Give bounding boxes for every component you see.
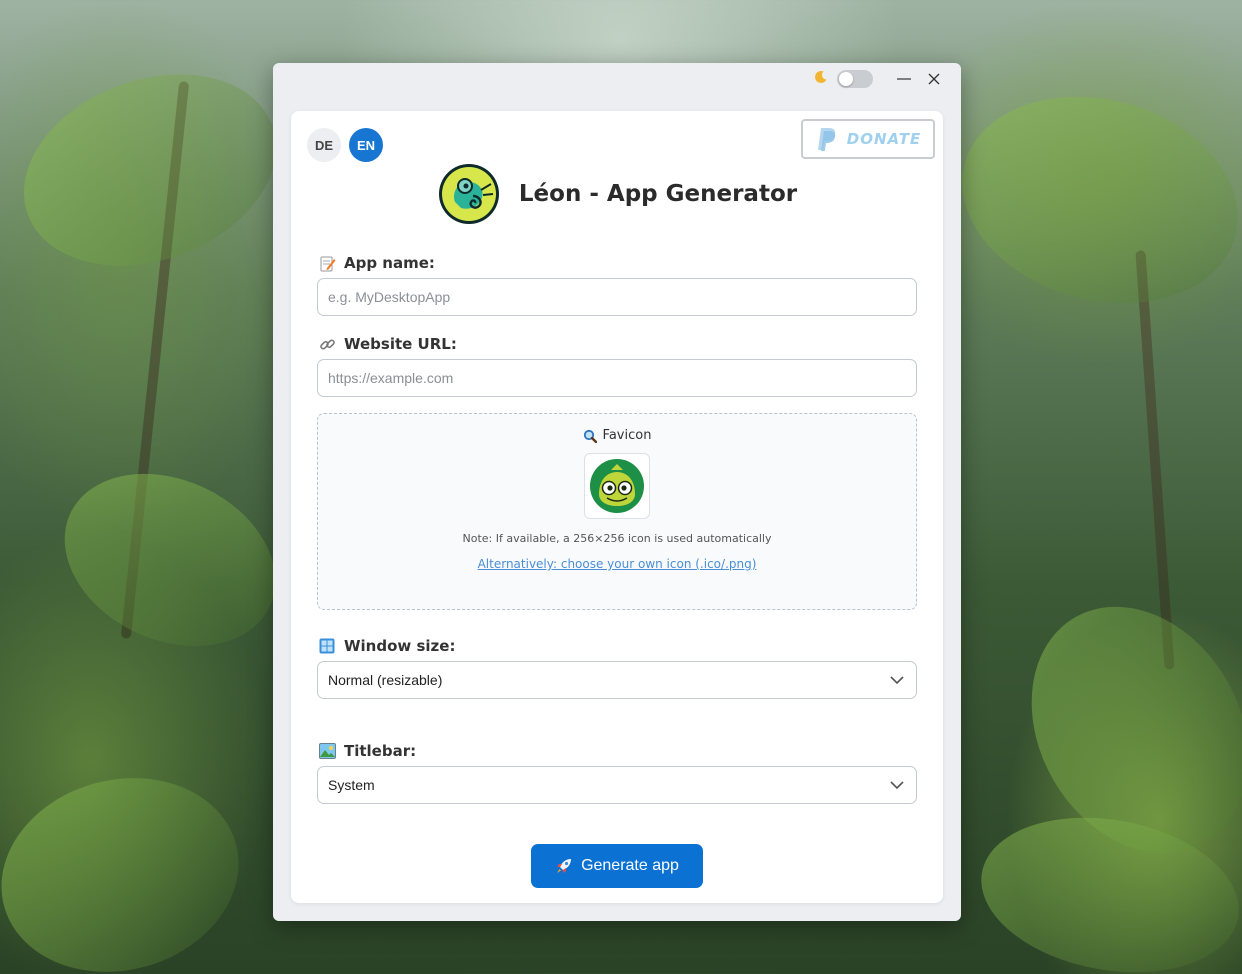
favicon-preview	[584, 453, 650, 519]
window-titlebar	[273, 63, 961, 95]
close-button[interactable]	[919, 66, 949, 92]
close-icon	[928, 73, 940, 85]
window-size-label: Window size:	[319, 637, 455, 655]
background-foliage	[0, 40, 303, 300]
language-de-button[interactable]: DE	[307, 128, 341, 162]
generate-app-button[interactable]: Generate app	[531, 844, 703, 888]
windows-icon	[319, 638, 336, 655]
language-en-button[interactable]: EN	[349, 128, 383, 162]
background-foliage	[938, 67, 1242, 333]
generate-app-label: Generate app	[581, 857, 679, 874]
donate-button[interactable]: DONATE	[801, 119, 935, 159]
background-palm-trunk	[1135, 250, 1175, 670]
minimize-button[interactable]	[889, 66, 919, 92]
website-url-label: Website URL:	[319, 335, 457, 353]
theme-toggle[interactable]	[837, 70, 873, 88]
page-title: Léon - App Generator	[518, 181, 798, 207]
donate-label: DONATE	[846, 130, 922, 148]
app-name-label-text: App name:	[344, 254, 435, 272]
picture-icon	[319, 742, 336, 760]
minimize-icon	[897, 78, 911, 80]
chevron-down-icon	[890, 675, 904, 684]
chevron-down-icon	[890, 780, 904, 789]
main-card: DE EN DONATE Léon - App Generator App na…	[291, 111, 943, 903]
app-window: DE EN DONATE Léon - App Generator App na…	[273, 63, 961, 921]
app-name-label: App name:	[319, 254, 435, 272]
app-header: Léon - App Generator	[291, 161, 943, 227]
favicon-heading: Favicon	[318, 428, 916, 443]
favicon-note: Note: If available, a 256×256 icon is us…	[462, 532, 772, 545]
window-size-selected: Normal (resizable)	[328, 672, 443, 688]
link-icon	[319, 336, 336, 353]
moon-icon	[813, 69, 829, 85]
website-url-label-text: Website URL:	[344, 335, 457, 353]
app-name-input[interactable]	[317, 278, 917, 316]
favicon-section: Favicon Note: If available, a 256×256 ic…	[317, 413, 917, 610]
titlebar-label: Titlebar:	[319, 742, 416, 760]
titlebar-label-text: Titlebar:	[344, 742, 417, 760]
background-foliage	[36, 441, 304, 679]
background-foliage	[0, 752, 261, 974]
window-size-label-text: Window size:	[344, 637, 456, 655]
rocket-icon	[557, 859, 572, 873]
chameleon-logo	[438, 164, 499, 224]
paypal-icon	[817, 128, 836, 151]
favicon-label: Favicon	[602, 428, 652, 443]
choose-icon-link[interactable]: Alternatively: choose your own icon (.ic…	[318, 557, 916, 571]
magnifier-icon	[583, 429, 597, 443]
window-size-select[interactable]: Normal (resizable)	[317, 661, 917, 699]
favicon-image	[590, 459, 644, 513]
toggle-knob	[839, 72, 853, 86]
website-url-input[interactable]	[317, 359, 917, 397]
titlebar-select[interactable]: System	[317, 766, 917, 804]
titlebar-selected: System	[328, 777, 375, 793]
memo-icon	[319, 255, 336, 272]
